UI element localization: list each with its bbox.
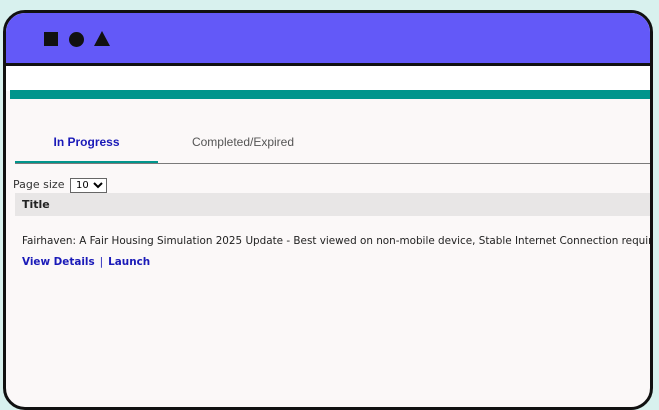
- triangle-icon: [94, 31, 110, 46]
- course-title: Fairhaven: A Fair Housing Simulation 202…: [22, 235, 653, 247]
- course-actions: View Details | Launch: [22, 256, 150, 268]
- header-band: [6, 66, 650, 91]
- link-separator: |: [99, 256, 104, 268]
- page-size-control: Page size 10: [13, 178, 107, 193]
- launch-link[interactable]: Launch: [108, 256, 150, 268]
- square-icon: [44, 32, 58, 46]
- window-titlebar: [6, 13, 650, 66]
- view-details-link[interactable]: View Details: [22, 256, 95, 268]
- page-size-label: Page size: [13, 178, 65, 191]
- browser-window: In Progress Completed/Expired Page size …: [3, 10, 653, 410]
- table-header-title: Title: [15, 193, 650, 216]
- accent-bar: [10, 90, 650, 99]
- page-size-select[interactable]: 10: [69, 178, 107, 193]
- tab-in-progress[interactable]: In Progress: [15, 123, 158, 163]
- tab-bar: In Progress Completed/Expired: [15, 123, 650, 164]
- circle-icon: [69, 32, 84, 47]
- tab-completed-expired[interactable]: Completed/Expired: [158, 123, 328, 161]
